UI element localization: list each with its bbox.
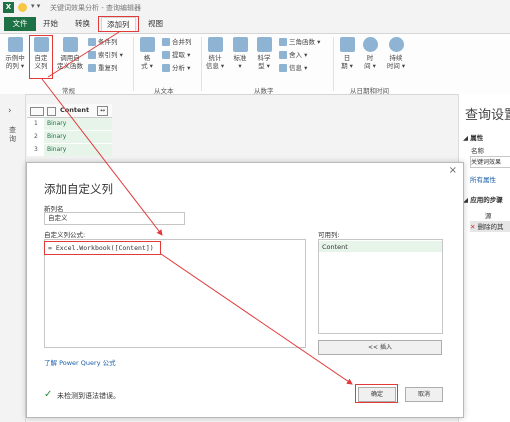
annotation-arrows (41, 31, 353, 385)
arrow-formula-to-ok (160, 253, 353, 385)
arrow-menu-to-button (47, 31, 120, 78)
arrow-button-to-formula (41, 78, 163, 236)
